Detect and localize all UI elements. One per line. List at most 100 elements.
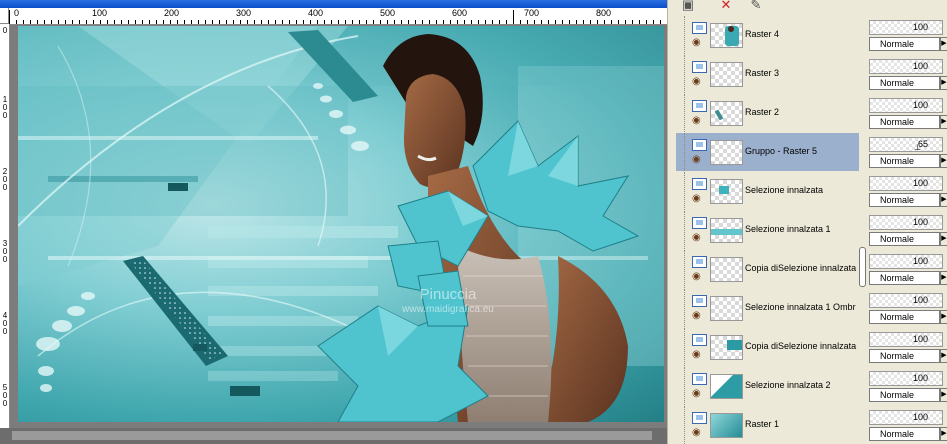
layer-row[interactable]: ◉ Copia diSelezione innalzata: [676, 328, 859, 366]
visibility-eye-icon[interactable]: ◉: [692, 38, 701, 48]
layer-properties-row: 100 Normale ▶: [867, 367, 947, 405]
visibility-eye-icon[interactable]: ◉: [692, 155, 701, 165]
layer-row[interactable]: ◉ Selezione innalzata 1: [676, 211, 859, 249]
layer-row[interactable]: ◉ Raster 3: [676, 55, 859, 93]
blend-mode-select[interactable]: Normale: [869, 310, 940, 324]
blend-dropdown-arrow-icon[interactable]: ▶: [940, 427, 947, 441]
blend-dropdown-arrow-icon[interactable]: ▶: [940, 193, 947, 207]
opacity-value: 100: [912, 217, 928, 227]
layer-thumbnail[interactable]: [710, 257, 743, 282]
layer-row[interactable]: ◉ Selezione innalzata 2: [676, 367, 859, 405]
layer-row[interactable]: ◉ Gruppo - Raster 5: [676, 133, 859, 171]
layer-name: Selezione innalzata 1: [745, 224, 831, 234]
delete-layer-icon[interactable]: ✕: [718, 0, 734, 12]
layer-row[interactable]: ◉ Selezione innalzata 1 Ombr: [676, 289, 859, 327]
opacity-slider[interactable]: ⊥ 65: [869, 137, 943, 152]
visibility-eye-icon[interactable]: ◉: [692, 389, 701, 399]
layer-thumbnail[interactable]: [710, 218, 743, 243]
layer-thumbnail[interactable]: [710, 413, 743, 438]
blend-dropdown-arrow-icon[interactable]: ▶: [940, 76, 947, 90]
splitter-grip[interactable]: [859, 247, 866, 287]
layer-tree-line: [684, 172, 686, 210]
blend-dropdown-arrow-icon[interactable]: ▶: [940, 271, 947, 285]
layer-properties-row: 100 Normale ▶: [867, 289, 947, 327]
layer-tree-line: [684, 406, 686, 444]
opacity-slider[interactable]: 100: [869, 332, 943, 347]
visibility-eye-icon[interactable]: ◉: [692, 428, 701, 438]
visibility-eye-icon[interactable]: ◉: [692, 272, 701, 282]
opacity-value: 100: [912, 100, 928, 110]
blend-dropdown-arrow-icon[interactable]: ▶: [940, 310, 947, 324]
canvas-artwork[interactable]: Pinuccia www.maidigrafica.eu: [18, 26, 664, 422]
blend-mode-select[interactable]: Normale: [869, 271, 940, 285]
scrollbar-track[interactable]: [12, 431, 652, 440]
visibility-eye-icon[interactable]: ◉: [692, 77, 701, 87]
layer-name: Selezione innalzata 1 Ombr: [745, 302, 856, 312]
opacity-slider[interactable]: 100: [869, 410, 943, 425]
layer-thumbnail[interactable]: [710, 296, 743, 321]
new-layer-icon[interactable]: ▣: [680, 0, 696, 12]
palette-splitter[interactable]: [859, 14, 867, 444]
ruler-h-label: 400: [308, 8, 324, 18]
layer-thumbnail[interactable]: [710, 23, 743, 48]
visibility-eye-icon[interactable]: ◉: [692, 350, 701, 360]
layer-name: Raster 4: [745, 29, 780, 39]
layer-tree-line: [684, 289, 686, 327]
blend-mode-select[interactable]: Normale: [869, 37, 940, 51]
canvas-horizontal-scrollbar[interactable]: [0, 428, 667, 444]
layer-type-icon: [692, 100, 707, 112]
blend-mode-select[interactable]: Normale: [869, 154, 940, 168]
layer-properties-row: 100 Normale ▶: [867, 250, 947, 288]
layer-row[interactable]: ◉ Raster 4: [676, 16, 859, 54]
layer-row[interactable]: ◉ Raster 1: [676, 406, 859, 444]
blend-mode-select[interactable]: Normale: [869, 349, 940, 363]
opacity-slider[interactable]: 100: [869, 215, 943, 230]
layer-row[interactable]: ◉ Selezione innalzata: [676, 172, 859, 210]
layer-tree-line: [684, 55, 686, 93]
opacity-value: 65: [917, 139, 928, 149]
blend-mode-select[interactable]: Normale: [869, 115, 940, 129]
opacity-slider[interactable]: 100: [869, 254, 943, 269]
mask-icon[interactable]: ✎: [748, 0, 764, 12]
opacity-slider[interactable]: 100: [869, 20, 943, 35]
opacity-slider[interactable]: 100: [869, 59, 943, 74]
layer-row[interactable]: ◉ Copia diSelezione innalzata: [676, 250, 859, 288]
layer-thumbnail[interactable]: [710, 101, 743, 126]
opacity-slider[interactable]: 100: [869, 176, 943, 191]
visibility-eye-icon[interactable]: ◉: [692, 233, 701, 243]
ruler-v-label: 3 0 0: [2, 239, 8, 264]
layer-properties-row: 100 Normale ▶: [867, 94, 947, 132]
blend-mode-select[interactable]: Normale: [869, 427, 940, 441]
layer-thumbnail[interactable]: [710, 140, 743, 165]
opacity-slider[interactable]: 100: [869, 371, 943, 386]
layer-name: Raster 3: [745, 68, 780, 78]
visibility-eye-icon[interactable]: ◉: [692, 194, 701, 204]
layer-thumbnail[interactable]: [710, 179, 743, 204]
layer-thumbnail[interactable]: [710, 62, 743, 87]
visibility-eye-icon[interactable]: ◉: [692, 116, 701, 126]
blend-dropdown-arrow-icon[interactable]: ▶: [940, 232, 947, 246]
window-titlebar[interactable]: [0, 0, 667, 8]
blend-mode-select[interactable]: Normale: [869, 232, 940, 246]
layer-properties-row: 100 Normale ▶: [867, 328, 947, 366]
layer-tree-line: [684, 250, 686, 288]
layer-row[interactable]: ◉ Raster 2: [676, 94, 859, 132]
layer-thumbnail[interactable]: [710, 335, 743, 360]
layer-type-icon: [692, 256, 707, 268]
layer-tree-line: [684, 94, 686, 132]
blend-dropdown-arrow-icon[interactable]: ▶: [940, 154, 947, 168]
blend-dropdown-arrow-icon[interactable]: ▶: [940, 349, 947, 363]
opacity-slider[interactable]: 100: [869, 98, 943, 113]
layer-thumbnail[interactable]: [710, 374, 743, 399]
layer-type-icon: [692, 373, 707, 385]
blend-dropdown-arrow-icon[interactable]: ▶: [940, 388, 947, 402]
blend-dropdown-arrow-icon[interactable]: ▶: [940, 115, 947, 129]
layer-tree-line: [684, 367, 686, 405]
blend-mode-select[interactable]: Normale: [869, 388, 940, 402]
blend-mode-select[interactable]: Normale: [869, 193, 940, 207]
blend-dropdown-arrow-icon[interactable]: ▶: [940, 37, 947, 51]
blend-mode-select[interactable]: Normale: [869, 76, 940, 90]
visibility-eye-icon[interactable]: ◉: [692, 311, 701, 321]
ruler-v-label: 1 0 0: [2, 95, 8, 120]
opacity-slider[interactable]: 100: [869, 293, 943, 308]
